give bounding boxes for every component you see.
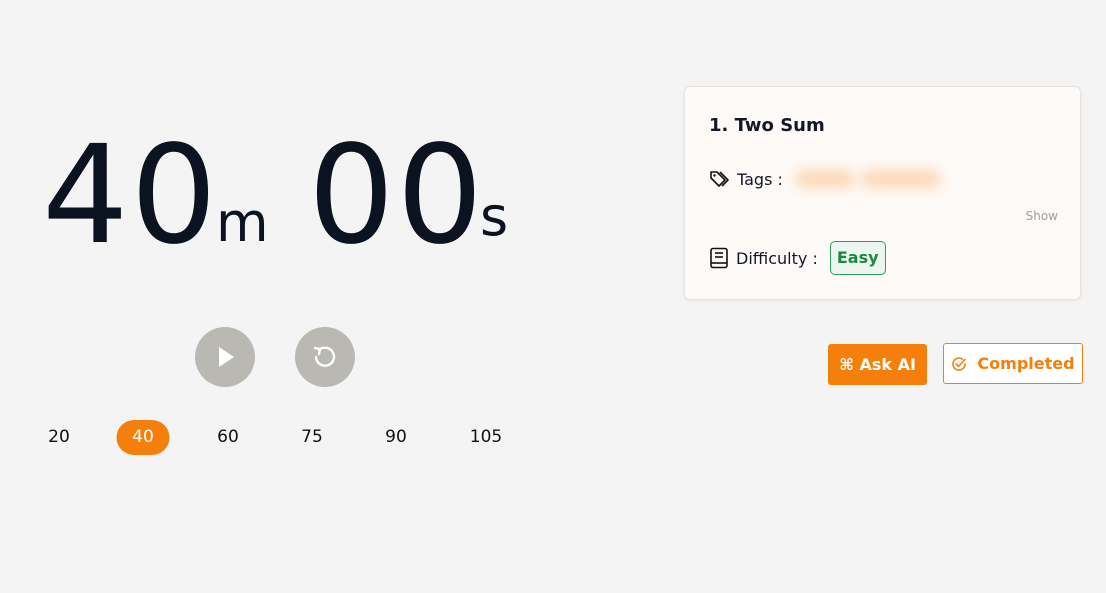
- timer-minutes-unit: m: [216, 191, 269, 254]
- book-icon: [710, 247, 728, 269]
- ask-ai-button[interactable]: ⌘ Ask AI: [828, 344, 927, 385]
- preset-90[interactable]: 90: [373, 420, 419, 455]
- tags-hidden: [795, 159, 955, 199]
- preset-105[interactable]: 105: [458, 420, 514, 455]
- tags-label: Tags :: [737, 169, 783, 189]
- tags-row: Tags :: [709, 169, 783, 189]
- timer-seconds: 00: [308, 117, 486, 275]
- difficulty-badge: Easy: [829, 241, 886, 275]
- difficulty-row: Difficulty : Easy: [709, 241, 886, 275]
- completed-button[interactable]: Completed: [943, 343, 1083, 384]
- timer-minutes: 40: [42, 117, 220, 275]
- tag-icon: [710, 171, 729, 187]
- reset-button[interactable]: [295, 327, 355, 387]
- show-tags-link[interactable]: Show: [1026, 209, 1058, 223]
- check-circle-icon: [952, 356, 967, 371]
- preset-60[interactable]: 60: [205, 420, 251, 455]
- difficulty-label: Difficulty :: [736, 248, 818, 268]
- preset-20[interactable]: 20: [36, 420, 82, 455]
- timer-seconds-unit: s: [480, 185, 509, 248]
- play-button[interactable]: [195, 327, 255, 387]
- problem-title: 1. Two Sum: [709, 115, 825, 136]
- reset-icon: [313, 346, 336, 367]
- problem-card: 1. Two Sum Tags : Show Difficulty : Easy: [684, 86, 1081, 300]
- preset-40[interactable]: 40: [116, 420, 170, 455]
- ask-ai-label: ⌘ Ask AI: [839, 355, 916, 374]
- preset-75[interactable]: 75: [289, 420, 335, 455]
- completed-label: Completed: [977, 354, 1075, 373]
- play-icon: [219, 347, 234, 367]
